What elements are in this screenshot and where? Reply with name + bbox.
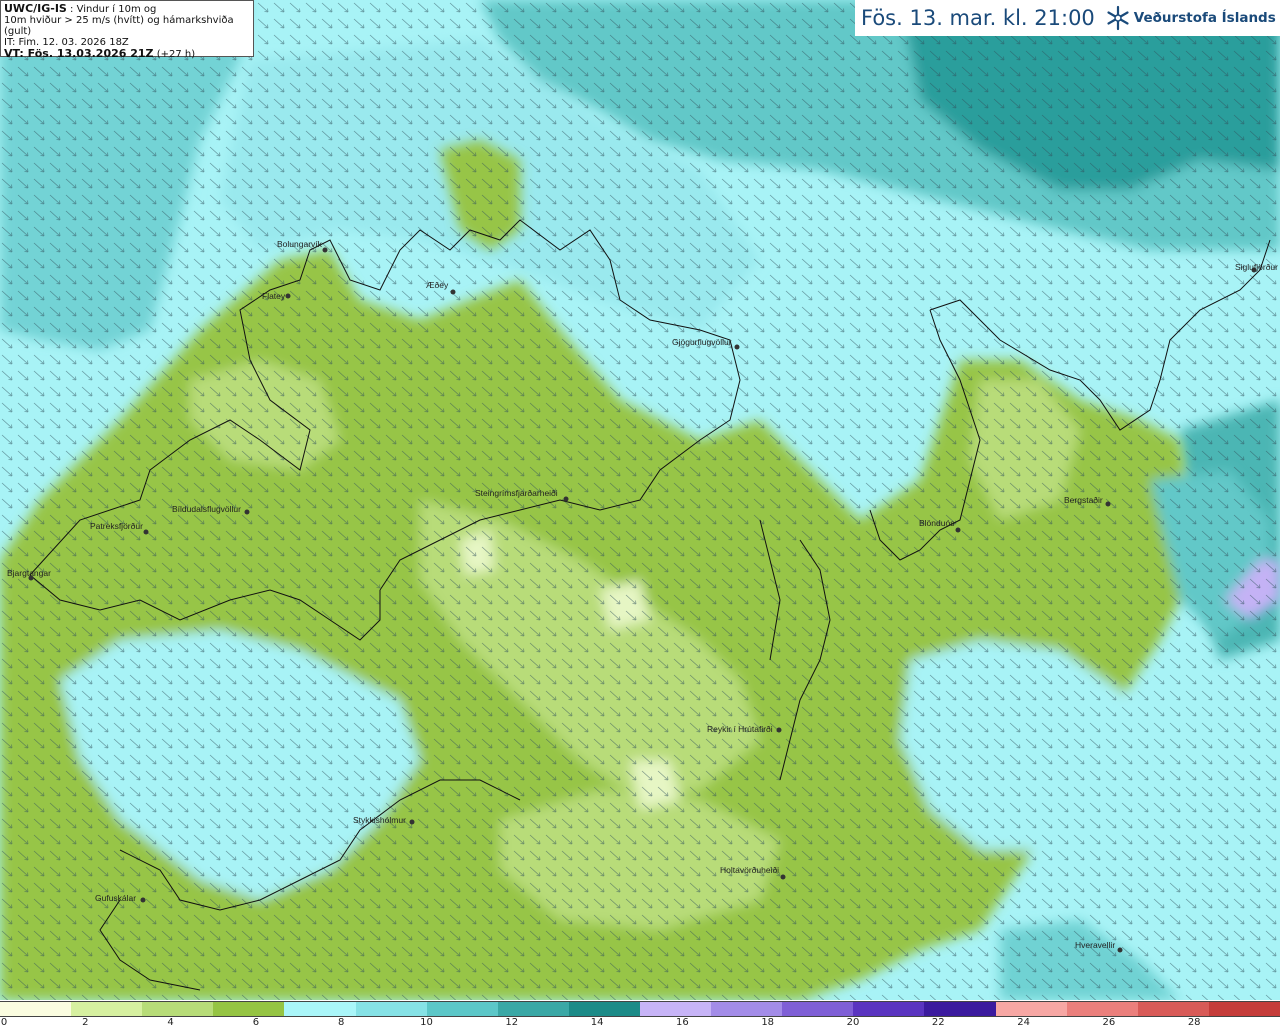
model-description: 10m hviður > 25 m/s (hvítt) og hámarkshv… [4, 15, 234, 37]
snowflake-icon [1107, 5, 1129, 31]
legend-swatch [71, 1002, 143, 1016]
legend-swatch [497, 1002, 569, 1016]
legend-swatch [853, 1002, 925, 1016]
place-label: Patreksfjörður [90, 521, 143, 531]
place-dot [1105, 501, 1111, 507]
legend-tick-label: 26 [1102, 1017, 1116, 1028]
legend-swatch [924, 1002, 996, 1016]
legend-tick-label: 28 [1187, 1017, 1201, 1028]
brand-logo[interactable]: Veðurstofa Íslands [1105, 5, 1276, 31]
place-label: Reykir í Hrútafirði [707, 724, 773, 734]
legend-tick-label: 4 [167, 1017, 174, 1028]
legend-swatch [142, 1002, 214, 1016]
legend-swatch [355, 1002, 427, 1016]
place-dot [285, 293, 291, 299]
legend-tick-label: 22 [931, 1017, 945, 1028]
place-siglufjordur[interactable]: Siglufjörður [1235, 262, 1278, 273]
header-panel: Fös. 13. mar. kl. 21:00 Veðurstofa Íslan… [855, 0, 1280, 36]
place-label: Bergstaðir [1064, 495, 1103, 505]
valid-time-label: VT: Fös. 13.03.2026 21Z [4, 47, 154, 60]
legend-tick-label: 20 [846, 1017, 860, 1028]
wind-map[interactable]: Bolungarvík Flatey Æðey Gjögurflugvöllur… [0, 0, 1280, 1000]
valid-time-line: VT: Fös. 13.03.2026 21Z (+27 h) [4, 48, 250, 60]
place-dot [734, 344, 740, 350]
legend-tick-label: 8 [338, 1017, 345, 1028]
model-name: UWC/IG-IS [4, 2, 67, 15]
legend-tick-label: 6 [252, 1017, 260, 1028]
place-label: Bíldudalsflugvöllur [172, 504, 241, 514]
model-title-suffix: : Vindur í 10m og [66, 4, 157, 15]
legend-swatch [568, 1002, 640, 1016]
legend-swatch [284, 1002, 356, 1016]
place-label: Flatey [262, 291, 286, 301]
place-label: Bolungarvík [277, 239, 323, 249]
place-label: Holtavörðuheiði [720, 865, 779, 875]
legend-tick-label: 12 [505, 1017, 519, 1028]
place-bildudalsflugvollur[interactable]: Bíldudalsflugvöllur [172, 504, 250, 515]
place-label: Æðey [426, 280, 449, 290]
color-legend: 0 2 4 6 8 10 12 14 16 18 20 22 24 26 28 [0, 1000, 1280, 1030]
legend-tick-label: 16 [676, 1017, 689, 1028]
legend-swatch [1208, 1002, 1280, 1016]
legend-tick-label: 2 [82, 1017, 89, 1028]
legend-swatch [1137, 1002, 1209, 1016]
valid-time-title: Fös. 13. mar. kl. 21:00 [861, 6, 1095, 30]
legend-swatch [711, 1002, 783, 1016]
place-reykir[interactable]: Reykir í Hrútafirði [707, 724, 782, 734]
place-dot [244, 509, 250, 515]
place-dot [322, 247, 328, 253]
place-label: Siglufjörður [1235, 262, 1278, 272]
forecast-offset: (+27 h) [153, 49, 196, 60]
legend-swatch [782, 1002, 854, 1016]
place-label: Gufuskálar [95, 893, 136, 903]
place-dot [409, 819, 415, 825]
place-dot [563, 496, 569, 502]
legend-swatch [1066, 1002, 1138, 1016]
legend-swatch [995, 1002, 1067, 1016]
legend-swatch [426, 1002, 498, 1016]
place-dot [955, 527, 961, 533]
legend-tick-label: 24 [1017, 1017, 1030, 1028]
brand-name: Veðurstofa Íslands [1133, 10, 1276, 26]
legend-tick-label: 10 [420, 1017, 433, 1028]
place-dot [450, 289, 456, 295]
place-label: Steingrímsfjarðarheiði [475, 488, 558, 498]
place-label: Stykkishólmur [353, 815, 406, 825]
place-stykkisholmur[interactable]: Stykkishólmur [353, 815, 415, 825]
place-label: Gjögurflugvöllur [672, 337, 732, 347]
model-info-box: UWC/IG-IS : Vindur í 10m og 10m hviður >… [0, 0, 254, 60]
place-dot [776, 727, 782, 733]
place-dot [1117, 947, 1123, 953]
legend-colorbar [0, 1001, 1280, 1017]
legend-swatch [213, 1002, 285, 1016]
place-label: Hveravellir [1075, 940, 1115, 950]
model-title-line: UWC/IG-IS : Vindur í 10m og [4, 3, 250, 15]
legend-tick-label: 18 [761, 1017, 775, 1028]
legend-swatch [0, 1002, 72, 1016]
legend-swatch [639, 1002, 712, 1016]
place-label: Blönduós [919, 518, 954, 528]
place-label: Bjargtangar [7, 568, 51, 578]
place-dot [140, 897, 146, 903]
place-dot [143, 529, 149, 535]
legend-tick-label: 14 [590, 1017, 604, 1028]
legend-tick-label: 0 [0, 1017, 8, 1028]
place-dot [780, 874, 786, 880]
